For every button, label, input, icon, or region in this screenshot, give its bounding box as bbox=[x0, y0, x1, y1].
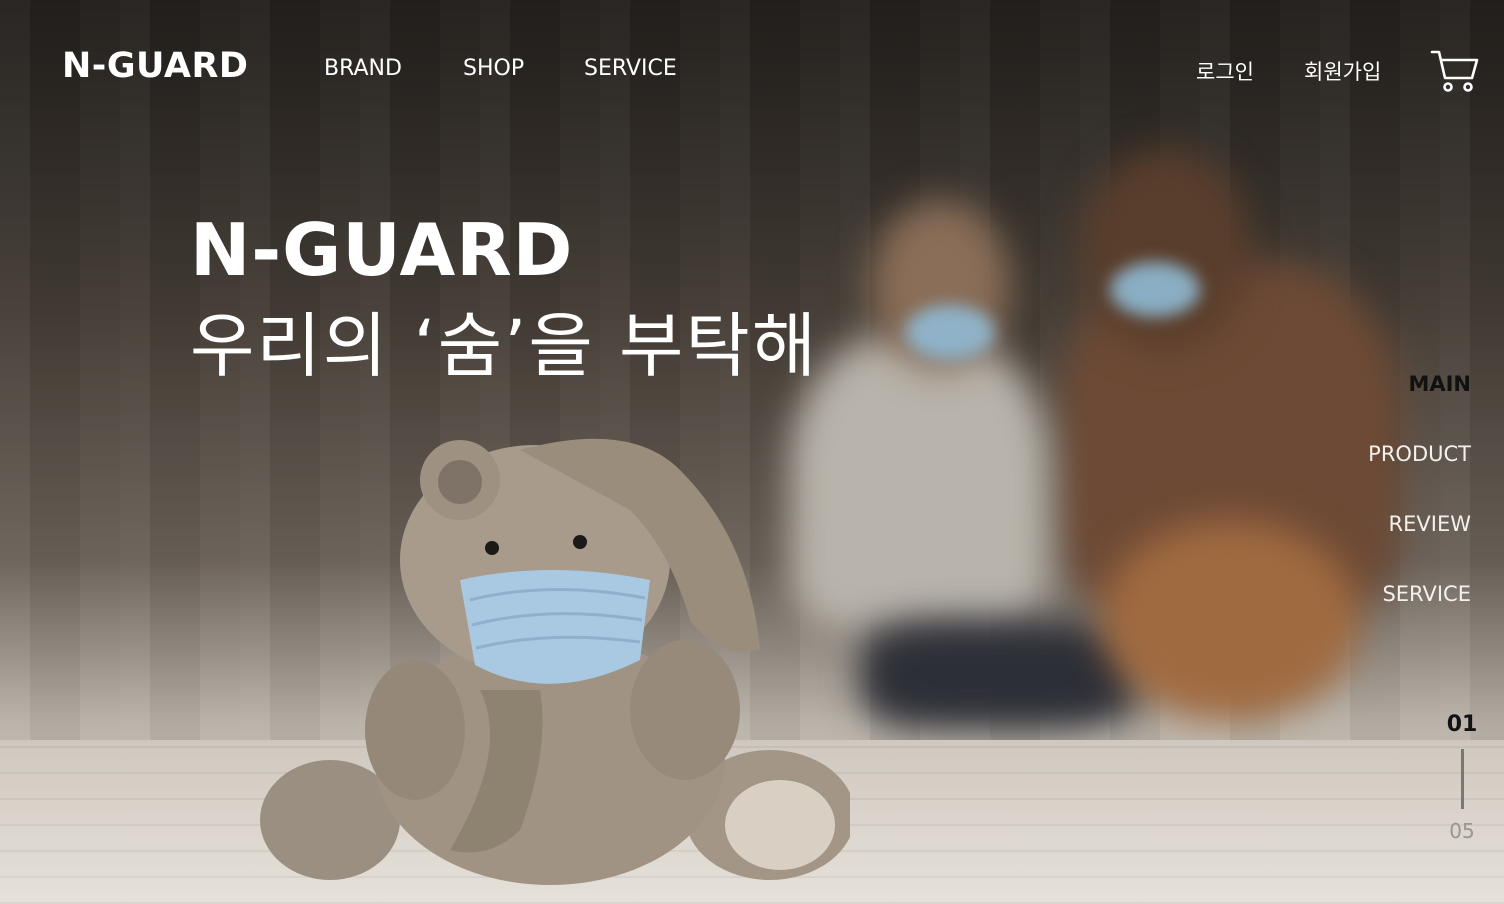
side-nav-product[interactable]: PRODUCT bbox=[1368, 436, 1471, 506]
blurred-dog bbox=[1100, 520, 1360, 720]
side-nav-service[interactable]: SERVICE bbox=[1368, 576, 1471, 646]
slide-pager: 01 05 bbox=[1440, 712, 1484, 843]
nav-item-shop[interactable]: SHOP bbox=[463, 56, 524, 81]
hero-copy: N-GUARD 우리의 ‘숨’을 부탁해 bbox=[190, 210, 818, 394]
hero-subtitle: 우리의 ‘숨’을 부탁해 bbox=[190, 305, 819, 387]
side-nav-main[interactable]: MAIN bbox=[1368, 366, 1471, 436]
top-navigation: N-GUARD BRAND SHOP SERVICE 로그인 회원가입 bbox=[0, 0, 1504, 140]
nav-item-service[interactable]: SERVICE bbox=[584, 56, 677, 81]
teddy-bear-image bbox=[260, 438, 850, 885]
blurred-mother-mask bbox=[1110, 262, 1200, 317]
blurred-legs bbox=[860, 620, 1140, 730]
nav-item-brand[interactable]: BRAND bbox=[324, 56, 402, 81]
blurred-girl-mask bbox=[905, 305, 995, 360]
login-link[interactable]: 로그인 bbox=[1196, 56, 1254, 86]
hero-title: N-GUARD bbox=[190, 208, 574, 292]
brand-logo[interactable]: N-GUARD bbox=[62, 46, 248, 86]
section-navigation: MAIN PRODUCT REVIEW SERVICE bbox=[1368, 366, 1471, 646]
pager-progress-line bbox=[1460, 749, 1464, 809]
cart-icon[interactable] bbox=[1430, 48, 1480, 94]
signup-link[interactable]: 회원가입 bbox=[1304, 56, 1381, 86]
side-nav-review[interactable]: REVIEW bbox=[1368, 506, 1471, 576]
pager-total: 05 bbox=[1449, 819, 1475, 843]
blurred-mother-head bbox=[1080, 150, 1250, 350]
pager-current: 01 bbox=[1446, 712, 1478, 737]
